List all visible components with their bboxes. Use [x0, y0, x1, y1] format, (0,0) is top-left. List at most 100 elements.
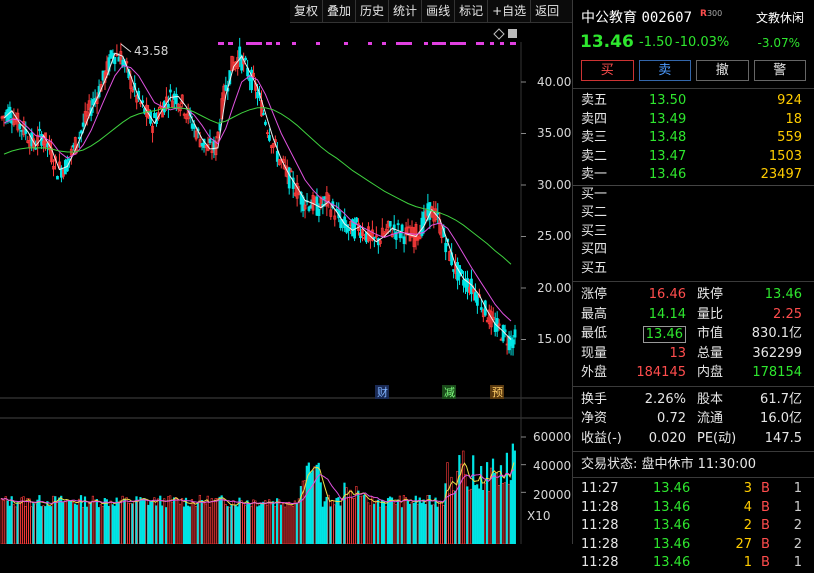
quote-panel: 中公教育 002607 R300 文教休闲 13.46 -1.50 -10.03… — [572, 0, 814, 570]
volume-bar — [8, 505, 11, 544]
signal-marker — [246, 42, 262, 45]
volume-bar — [240, 500, 243, 544]
volume-bar — [371, 496, 374, 544]
volume-bar — [186, 505, 190, 544]
volume-bar — [331, 500, 334, 544]
signal-marker — [424, 42, 428, 45]
stat-row: 最高 14.14 量比 2.25 — [581, 306, 802, 322]
volume-bar — [361, 495, 364, 544]
volume-bar — [26, 498, 29, 544]
volume-bar — [119, 500, 122, 544]
volume-bar — [351, 498, 354, 544]
volume-bar — [268, 499, 271, 544]
volume-bar — [509, 480, 512, 544]
volume-bar — [408, 503, 411, 544]
volume-bar — [244, 505, 247, 544]
price-change-pct: -10.03% — [675, 35, 730, 50]
square-icon[interactable] — [508, 29, 517, 38]
volume-bar — [77, 498, 81, 544]
volume-bar — [131, 503, 134, 544]
candle-body — [38, 128, 42, 132]
volume-bar — [87, 503, 91, 544]
signal-marker — [450, 42, 466, 45]
event-tag-reduce[interactable]: 减 — [444, 386, 455, 399]
volume-bar — [266, 504, 269, 544]
volume-bar — [396, 499, 400, 544]
volume-bar — [143, 498, 146, 544]
toolbar-adjust-button[interactable]: 复权 — [290, 0, 322, 22]
candle-body — [208, 138, 212, 143]
volume-bar — [426, 495, 429, 544]
volume-bar — [105, 499, 108, 544]
kline-chart-area[interactable]: 40.00 35.00 30.00 25.00 20.00 15.00 6000… — [0, 22, 572, 544]
volume-bar — [464, 474, 467, 544]
volume-bar — [454, 490, 457, 544]
volume-bar — [319, 482, 322, 544]
volume-bar — [252, 499, 255, 544]
volume-bar — [242, 503, 245, 544]
volume-bar — [309, 472, 312, 544]
tick-list[interactable]: 11:27 13.46 3 B 1 11:28 13.46 4 B 1 11:28 13.46 2 B… — [573, 480, 814, 573]
stock-name: 中公教育 002607 — [581, 10, 693, 26]
toolbar-history-button[interactable]: 历史 — [355, 0, 388, 22]
volume-bar — [390, 497, 394, 544]
volume-bar — [291, 506, 295, 544]
signal-marker — [500, 42, 504, 45]
sector-change-pct: -3.07% — [757, 36, 800, 50]
volume-bar — [64, 500, 67, 544]
buy-button[interactable]: 买 — [581, 60, 634, 81]
volume-bar — [97, 507, 100, 544]
volume-bar — [167, 496, 170, 544]
volume-bar — [373, 503, 376, 544]
volume-bar — [412, 502, 415, 544]
volume-bar — [270, 503, 273, 544]
volume-bar — [384, 506, 388, 544]
volume-bar — [139, 497, 142, 544]
volume-bar — [410, 501, 413, 544]
volume-bar — [36, 499, 39, 544]
toolbar-overlay-button[interactable]: 叠加 — [322, 0, 355, 22]
volume-bar — [276, 498, 279, 544]
event-tag-forecast[interactable]: 预 — [492, 386, 503, 399]
stock-header: 中公教育 002607 R300 文教休闲 — [573, 0, 814, 30]
event-tag-finance[interactable]: 财 — [377, 385, 388, 399]
volume-bar — [224, 504, 227, 544]
price-alert-button[interactable]: 警 — [753, 60, 806, 81]
volume-bar — [214, 498, 217, 544]
sector-name[interactable]: 文教休闲 — [756, 9, 804, 26]
volume-bar — [137, 501, 140, 544]
toolbar-add-watchlist-button[interactable]: +自选 — [487, 0, 530, 22]
toolbar-back-button[interactable]: 返回 — [530, 0, 563, 22]
sell-button[interactable]: 卖 — [638, 60, 691, 81]
volume-bar — [272, 501, 275, 544]
volume-bar — [141, 498, 144, 544]
tick-row: 11:28 13.46 2 B 2 — [581, 518, 802, 533]
ask-row: 卖一 13.46 23497 — [581, 167, 802, 182]
toolbar-draw-button[interactable]: 画线 — [421, 0, 454, 22]
volume-axis-label: 60000 — [533, 430, 571, 444]
volume-bar — [111, 504, 114, 544]
price-axis-label: 40.00 — [537, 75, 571, 89]
signal-marker — [344, 42, 348, 45]
toolbar-mark-button[interactable]: 标记 — [454, 0, 487, 22]
stock-code: 002607 — [641, 10, 693, 26]
high-marker-line — [120, 43, 132, 53]
candle-body — [402, 236, 406, 244]
volume-bar — [333, 504, 336, 544]
candle-body — [460, 269, 463, 274]
volume-bar — [430, 504, 433, 544]
volume-bar — [293, 500, 297, 544]
volume-bar — [323, 501, 326, 544]
volume-bar — [256, 506, 259, 544]
candle-body — [400, 224, 404, 232]
volume-bar — [446, 462, 449, 544]
kline-chart-svg[interactable]: 40.00 35.00 30.00 25.00 20.00 15.00 6000… — [0, 22, 572, 544]
cancel-order-button[interactable]: 撤 — [696, 60, 749, 81]
price-axis-label: 25.00 — [537, 229, 571, 243]
volume-bar — [121, 495, 124, 544]
diamond-icon[interactable] — [493, 28, 505, 40]
toolbar-stats-button[interactable]: 统计 — [388, 0, 421, 22]
volume-bar — [452, 490, 455, 544]
volume-bar — [182, 506, 186, 544]
volume-bar — [212, 500, 215, 544]
